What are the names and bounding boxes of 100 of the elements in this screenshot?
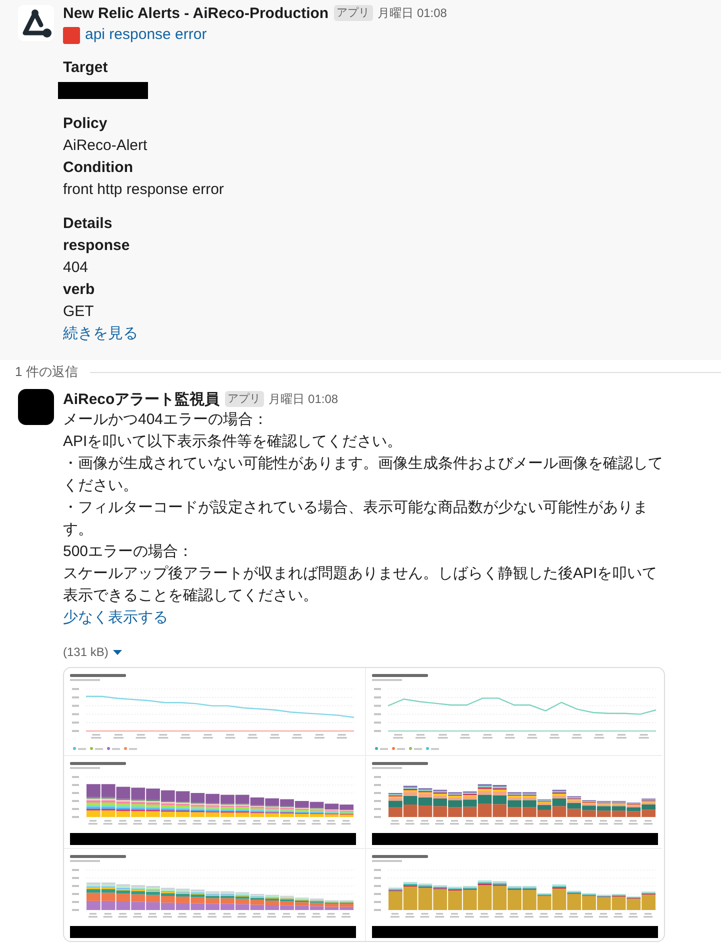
stacked-bar — [280, 896, 294, 910]
y-axis-labels-drawing — [72, 776, 79, 818]
message-text: APIを叩いて以下表示条件等を確認してください。 — [63, 432, 404, 452]
chart-title-drawing — [70, 762, 126, 765]
chart-title-drawing — [372, 762, 428, 765]
stacked-bar — [220, 794, 234, 817]
show-less-link[interactable]: 少なく表示する — [63, 607, 168, 629]
field-label: Policy — [63, 114, 108, 134]
stacked-bar — [131, 885, 146, 910]
field-value: GET — [63, 302, 94, 322]
stacked-bar — [403, 882, 418, 910]
timestamp[interactable]: 月曜日 01:08 — [378, 4, 447, 22]
stacked-bar — [626, 896, 641, 910]
stacked-bar — [478, 784, 492, 817]
stacked-bar — [340, 900, 354, 910]
stacked-bar — [235, 892, 250, 910]
stacked-bar — [116, 786, 130, 817]
stacked-bar — [265, 798, 280, 817]
square-icon — [63, 26, 80, 44]
stacked-bar — [626, 802, 641, 817]
y-axis-labels-drawing — [374, 688, 381, 732]
stacked-bar — [324, 804, 339, 817]
stacked-bar — [220, 891, 234, 910]
stacked-bar — [492, 785, 507, 817]
stacked-bar — [310, 898, 324, 910]
stacked-bar — [522, 792, 536, 817]
stacked-bar — [294, 898, 309, 910]
field-label: response — [63, 236, 130, 256]
stacked-bar — [612, 894, 626, 910]
y-axis-labels-drawing — [374, 869, 381, 911]
stacked-bar — [388, 793, 402, 817]
stacked-bar — [433, 790, 448, 817]
stacked-bar — [310, 802, 324, 817]
timestamp[interactable]: 月曜日 01:08 — [268, 390, 338, 408]
stacked-bar — [160, 888, 175, 910]
stacked-bar — [418, 884, 432, 910]
stacked-bar — [86, 784, 100, 817]
stacked-bar — [448, 792, 462, 817]
stacked-bar — [101, 784, 116, 817]
stacked-bar — [190, 793, 205, 817]
stacked-bar — [250, 797, 264, 817]
stacked-bar — [294, 801, 309, 817]
chart-title-drawing — [372, 674, 428, 677]
stacked-bar — [340, 804, 354, 817]
stacked-bar — [462, 886, 477, 910]
avatar[interactable] — [18, 389, 54, 425]
stacked-bar — [522, 886, 536, 910]
stacked-bar — [642, 798, 656, 817]
message-text: ・画像が生成されていない可能性があります。画像生成条件およびメール画像を確認してください。 — [63, 454, 664, 496]
stacked-bar — [433, 885, 448, 910]
field-label: Target — [63, 58, 108, 78]
message-text: メールかつ404エラーの場合： — [63, 410, 270, 430]
sender-name[interactable]: AiRecoアラート監視員 — [63, 390, 220, 408]
stacked-bar — [146, 886, 160, 910]
stacked-bar — [190, 890, 205, 910]
stacked-bar — [280, 799, 294, 817]
section-heading: Details — [63, 214, 112, 234]
stacked-bar — [86, 882, 100, 910]
triangle-logo-icon[interactable] — [18, 5, 54, 41]
stacked-bar — [265, 894, 280, 910]
stacked-bar — [478, 880, 492, 910]
chart-title-drawing — [70, 674, 126, 677]
stacked-bar — [250, 894, 264, 910]
stacked-bar — [508, 886, 522, 910]
stacked-bar — [101, 882, 116, 910]
stacked-bar — [596, 801, 611, 817]
reply-count[interactable]: 1 件の返信 — [15, 363, 78, 381]
stacked-bar — [567, 890, 582, 910]
message-text: ・フィルターコードが設定されている場合、表示可能な商品数が少ない可能性があります。 — [63, 498, 649, 540]
stacked-bar — [612, 801, 626, 817]
field-label: verb — [63, 280, 95, 300]
stacked-bar — [418, 788, 432, 817]
stacked-bar — [235, 794, 250, 817]
chart-title-drawing — [70, 855, 126, 858]
stacked-bar — [582, 893, 596, 910]
file-size: (131 kB) — [63, 645, 108, 659]
y-axis-labels-drawing — [72, 688, 79, 732]
chart-image[interactable] — [63, 667, 665, 942]
stacked-bar — [116, 884, 130, 910]
field-value: AiReco-Alert — [63, 136, 148, 156]
show-more-link[interactable]: 続きを見る — [63, 323, 138, 345]
stacked-bar — [567, 796, 582, 817]
field-label: Condition — [63, 158, 133, 178]
message-text: 500エラーの場合： — [63, 542, 194, 562]
stacked-bar — [388, 888, 402, 910]
stacked-bar — [324, 900, 339, 910]
field-value: front http response error — [63, 180, 224, 200]
chart-title-drawing — [372, 855, 428, 858]
stacked-bar — [403, 786, 418, 817]
caret-icon[interactable] — [113, 650, 122, 654]
y-axis-labels-drawing — [374, 776, 381, 818]
app-badge: アプリ — [334, 5, 373, 21]
stacked-bar — [160, 790, 175, 817]
stacked-bar — [448, 886, 462, 910]
sender-name[interactable]: New Relic Alerts - AiReco-Production — [63, 4, 329, 22]
stacked-bar — [642, 892, 656, 910]
stacked-bar — [176, 791, 190, 817]
stacked-bar — [131, 788, 146, 817]
alert-link[interactable]: api response error — [85, 24, 207, 46]
stacked-bar — [596, 894, 611, 910]
